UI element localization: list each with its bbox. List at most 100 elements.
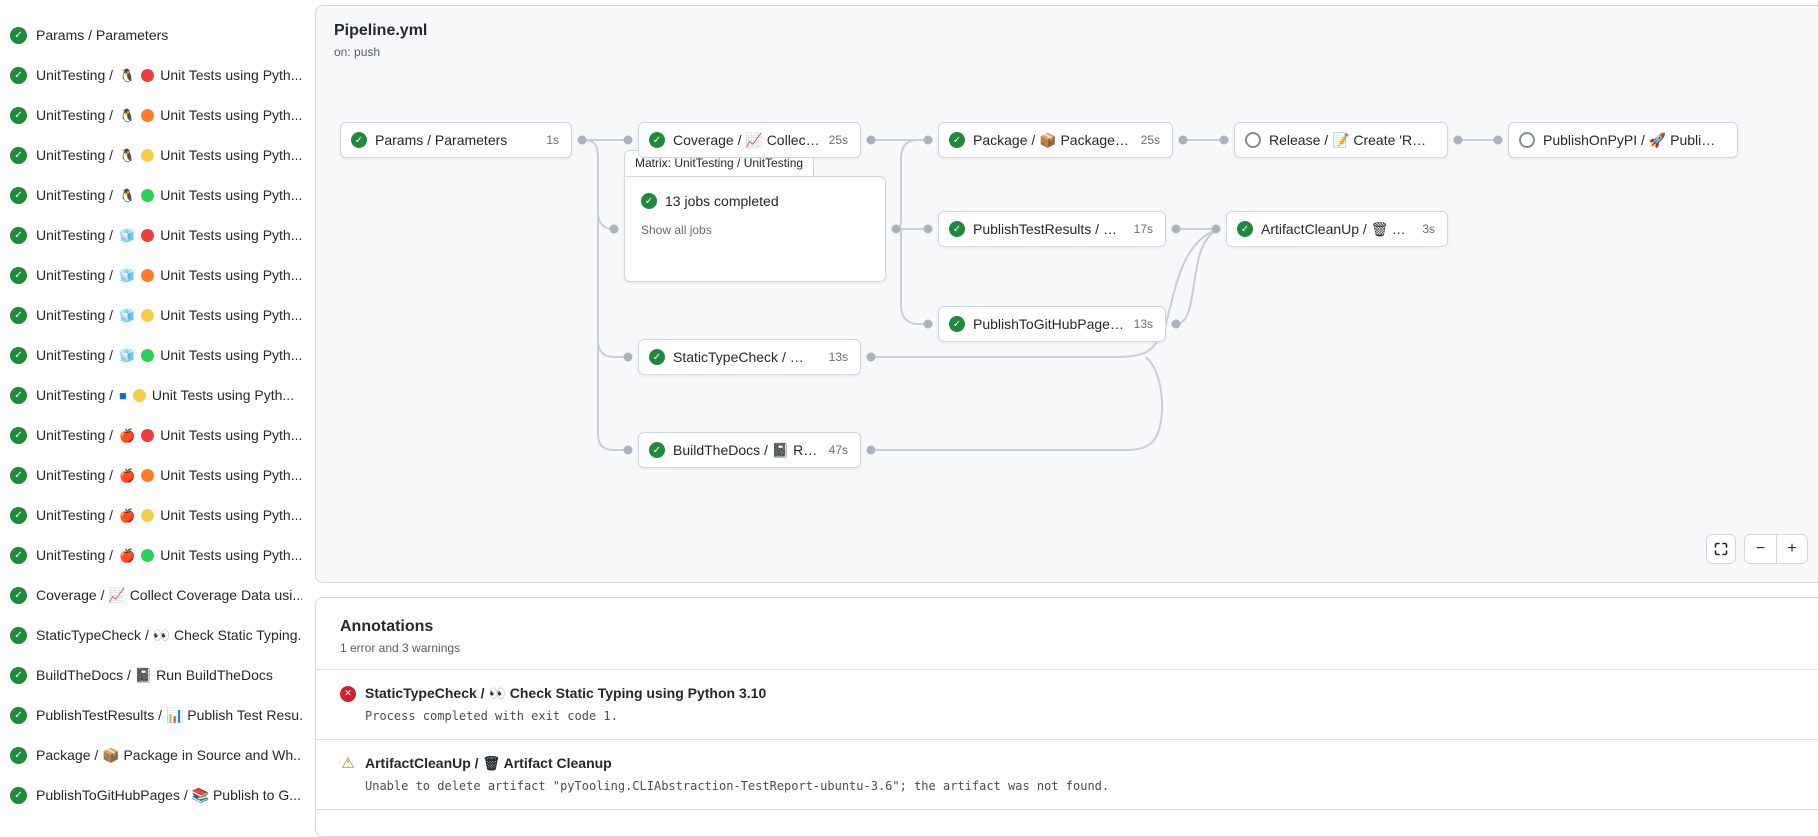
os-icon: 🐧 (119, 69, 135, 82)
python-version-dot-icon (141, 429, 154, 442)
annotation-job-name: ArtifactCleanUp / 🗑 Artifact Cleanup (365, 755, 612, 772)
job-name: UnitTesting / (36, 307, 113, 323)
sidebar-job-item[interactable]: ✓ StaticTypeCheck / 👀 Check Static Typin… (0, 615, 310, 655)
pipeline-node[interactable]: PublishOnPyPI / 🚀 Publish to ... (1508, 122, 1738, 158)
os-icon: 🐧 (119, 109, 135, 122)
pipeline-node[interactable]: ✓ Package / 📦 Package in So... 25s (938, 122, 1173, 158)
sidebar-job-item[interactable]: ✓ UnitTesting / 🐧 Unit Tests using Pyth.… (0, 135, 310, 175)
sidebar-job-item[interactable]: ✓ Params / Parameters (0, 15, 310, 55)
sidebar-job-item[interactable]: ✓ BuildTheDocs / 📓 Run BuildTheDocs (0, 655, 310, 695)
success-check-icon: ✓ (649, 442, 665, 458)
annotation-title[interactable]: ✕ StaticTypeCheck / 👀 Check Static Typin… (340, 685, 1810, 702)
job-step-label: Unit Tests using Pyth... (160, 507, 302, 523)
node-duration: 17s (1134, 222, 1153, 236)
python-version-dot-icon (141, 509, 154, 522)
success-check-icon: ✓ (10, 27, 27, 44)
pipeline-node[interactable]: ✓ Params / Parameters 1s (340, 122, 572, 158)
success-check-icon: ✓ (10, 707, 27, 724)
os-icon: 🍎 (119, 429, 135, 442)
success-check-icon: ✓ (10, 667, 27, 684)
fullscreen-icon (1714, 542, 1728, 556)
pipeline-node[interactable]: ✓ StaticTypeCheck / 👀 Chec... 13s (638, 339, 861, 375)
pipeline-node[interactable]: ✓ PublishToGitHubPages / 📚 ... 13s (938, 306, 1166, 342)
success-check-icon: ✓ (641, 193, 657, 209)
job-label: UnitTesting / 🍎 Unit Tests using Pyth... (36, 547, 302, 563)
job-name: BuildTheDocs / 📓 Run BuildTheDocs (36, 667, 273, 684)
pipeline-node[interactable]: ✓ PublishTestResults / 📊 Pu... 17s (938, 211, 1166, 247)
job-name: UnitTesting / (36, 227, 113, 243)
job-name: UnitTesting / (36, 387, 113, 403)
sidebar-job-item[interactable]: ✓ Coverage / 📈 Collect Coverage Data usi… (0, 575, 310, 615)
node-duration: 25s (1141, 133, 1160, 147)
sidebar-job-item[interactable]: ✓ PublishToGitHubPages / 📚 Publish to G.… (0, 775, 310, 815)
sidebar-job-item[interactable]: ✓ PublishTestResults / 📊 Publish Test Re… (0, 695, 310, 735)
job-label: PublishToGitHubPages / 📚 Publish to G... (36, 787, 301, 804)
sidebar-job-item[interactable]: ✓ UnitTesting / 🧊 Unit Tests using Pyth.… (0, 215, 310, 255)
job-step-label: Unit Tests using Pyth... (160, 107, 302, 123)
job-step-label: Unit Tests using Pyth... (160, 267, 302, 283)
job-label: UnitTesting / 🧊 Unit Tests using Pyth... (36, 267, 302, 283)
job-name: UnitTesting / (36, 67, 113, 83)
pipeline-node[interactable]: ✓ Coverage / 📈 Collect Cove... 25s (638, 122, 861, 158)
sidebar-job-item[interactable]: ✓ UnitTesting / ■ Unit Tests using Pyth.… (0, 375, 310, 415)
sidebar-job-item[interactable]: ✓ UnitTesting / 🧊 Unit Tests using Pyth.… (0, 335, 310, 375)
sidebar-job-item[interactable]: ✓ UnitTesting / 🍎 Unit Tests using Pyth.… (0, 535, 310, 575)
success-check-icon: ✓ (649, 349, 665, 365)
job-label: PublishTestResults / 📊 Publish Test Resu… (36, 707, 302, 724)
annotation-title[interactable]: ⚠ ArtifactCleanUp / 🗑 Artifact Cleanup (340, 755, 1810, 772)
success-check-icon: ✓ (10, 467, 27, 484)
fullscreen-button[interactable] (1706, 534, 1736, 564)
node-label: BuildTheDocs / 📓 Run Buil... (673, 442, 821, 459)
sidebar-job-item[interactable]: ✓ UnitTesting / 🐧 Unit Tests using Pyth.… (0, 55, 310, 95)
error-circle-x-icon: ✕ (340, 686, 356, 702)
annotation-item: ✕ StaticTypeCheck / 👀 Check Static Typin… (316, 669, 1818, 739)
sidebar-job-item[interactable]: ✓ UnitTesting / 🐧 Unit Tests using Pyth.… (0, 95, 310, 135)
os-icon: ■ (119, 389, 127, 402)
job-step-label: Unit Tests using Pyth... (160, 227, 302, 243)
sidebar-job-item[interactable]: ✓ UnitTesting / 🧊 Unit Tests using Pyth.… (0, 255, 310, 295)
node-duration: 47s (829, 443, 848, 457)
job-name: UnitTesting / (36, 507, 113, 523)
pipeline-node[interactable]: ✓ BuildTheDocs / 📓 Run Buil... 47s (638, 432, 861, 468)
success-check-icon: ✓ (10, 587, 27, 604)
node-label: Params / Parameters (375, 132, 538, 148)
pipeline-node[interactable]: Release / 📝 Create 'Release P... (1234, 122, 1448, 158)
job-label: UnitTesting / 🍎 Unit Tests using Pyth... (36, 427, 302, 443)
sidebar-job-item[interactable]: ✓ UnitTesting / 🧊 Unit Tests using Pyth.… (0, 295, 310, 335)
sidebar-job-item[interactable]: ✓ Package / 📦 Package in Source and Wh..… (0, 735, 310, 775)
skipped-circle-icon (1519, 132, 1535, 148)
success-check-icon: ✓ (10, 427, 27, 444)
job-name: StaticTypeCheck / 👀 Check Static Typing.… (36, 627, 302, 644)
pipeline-node[interactable]: ✓ ArtifactCleanUp / 🗑 Artifac... 3s (1226, 211, 1448, 247)
annotations-header: Annotations 1 error and 3 warnings (316, 598, 1818, 669)
success-check-icon: ✓ (10, 747, 27, 764)
job-label: UnitTesting / 🧊 Unit Tests using Pyth... (36, 307, 302, 323)
graph-zoom-controls: − + (1706, 534, 1808, 564)
job-step-label: Unit Tests using Pyth... (160, 467, 302, 483)
sidebar-job-item[interactable]: ✓ UnitTesting / 🐧 Unit Tests using Pyth.… (0, 175, 310, 215)
job-name: UnitTesting / (36, 147, 113, 163)
show-all-jobs-link[interactable]: Show all jobs (641, 223, 869, 237)
job-name: UnitTesting / (36, 267, 113, 283)
job-label: StaticTypeCheck / 👀 Check Static Typing.… (36, 627, 302, 644)
zoom-out-button[interactable]: − (1745, 535, 1776, 563)
success-check-icon: ✓ (949, 221, 965, 237)
sidebar-job-item[interactable]: ✓ UnitTesting / 🍎 Unit Tests using Pyth.… (0, 415, 310, 455)
success-check-icon: ✓ (10, 147, 27, 164)
node-duration: 3s (1422, 222, 1435, 236)
node-duration: 13s (829, 350, 848, 364)
job-label: Coverage / 📈 Collect Coverage Data usi..… (36, 587, 302, 604)
zoom-in-button[interactable]: + (1776, 535, 1807, 563)
os-icon: 🧊 (119, 349, 135, 362)
node-duration: 1s (546, 133, 559, 147)
sidebar-job-item[interactable]: ✓ UnitTesting / 🍎 Unit Tests using Pyth.… (0, 495, 310, 535)
node-label: Package / 📦 Package in So... (973, 132, 1133, 149)
success-check-icon: ✓ (10, 387, 27, 404)
annotations-title: Annotations (340, 618, 1810, 636)
matrix-body[interactable]: ✓ 13 jobs completed Show all jobs (624, 176, 886, 282)
os-icon: 🍎 (119, 509, 135, 522)
success-check-icon: ✓ (351, 132, 367, 148)
sidebar-job-item[interactable]: ✓ UnitTesting / 🍎 Unit Tests using Pyth.… (0, 455, 310, 495)
job-step-label: Unit Tests using Pyth... (152, 387, 294, 403)
job-step-label: Unit Tests using Pyth... (160, 347, 302, 363)
